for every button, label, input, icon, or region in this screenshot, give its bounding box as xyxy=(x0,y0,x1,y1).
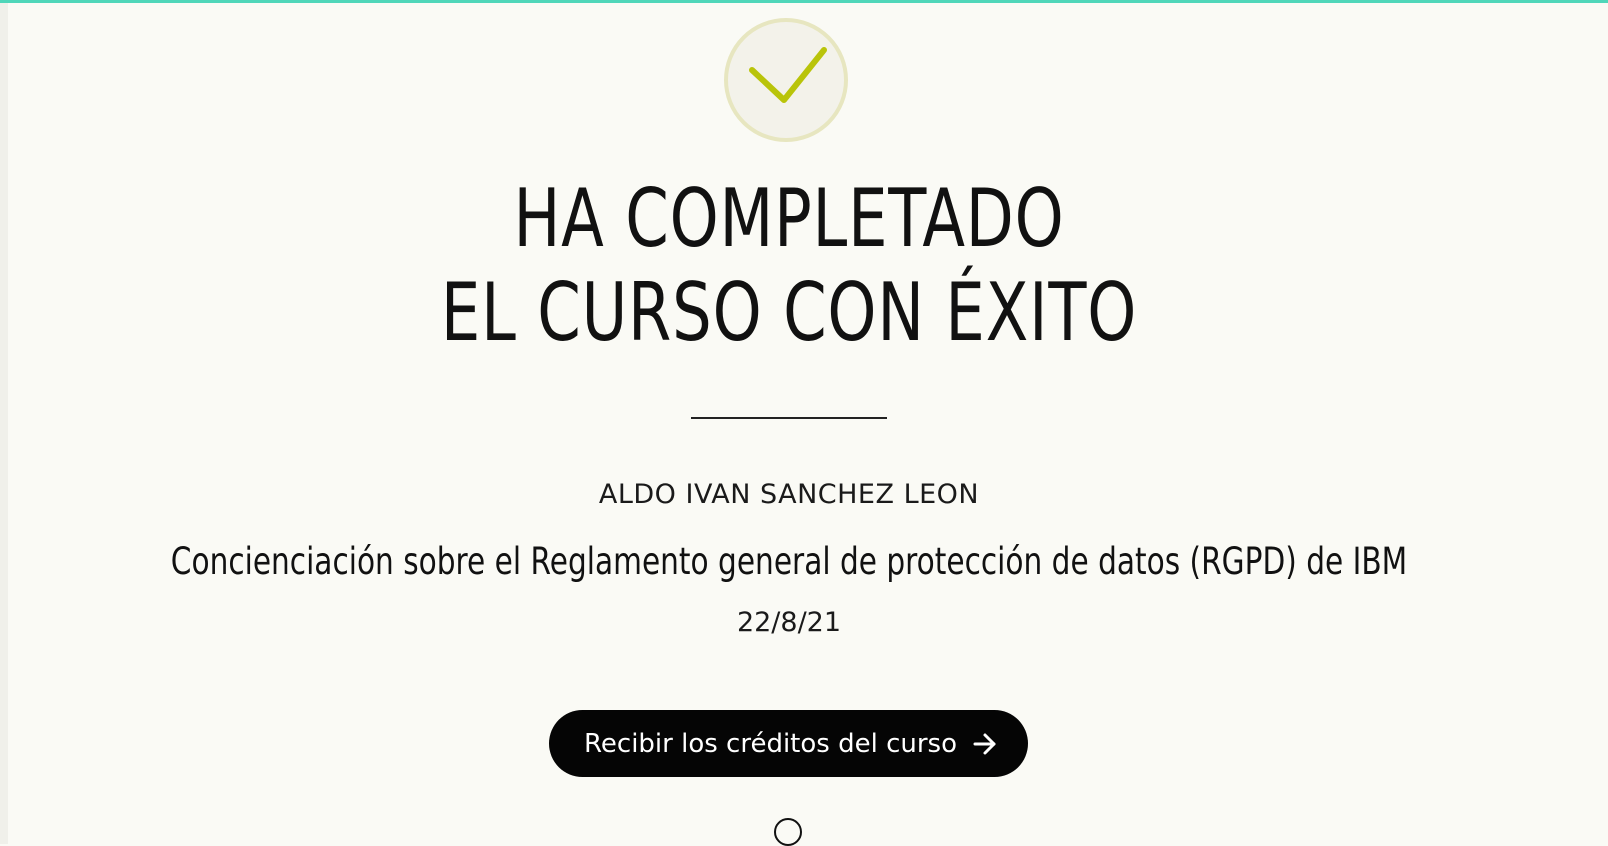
arrow-right-icon xyxy=(973,733,996,754)
divider xyxy=(691,417,887,419)
completion-headline: HA COMPLETADO EL CURSO CON ÉXITO xyxy=(174,172,1405,360)
headline-line-1: HA COMPLETADO xyxy=(513,172,1065,265)
top-accent-bar xyxy=(0,0,1608,3)
completion-date: 22/8/21 xyxy=(736,607,842,638)
receive-credits-button[interactable]: Recibir los créditos del curso xyxy=(549,710,1028,777)
course-title: Concienciación sobre el Reglamento gener… xyxy=(170,540,1408,583)
checkmark-icon xyxy=(749,47,827,103)
left-edge xyxy=(0,3,8,844)
headline-line-2: EL CURSO CON ÉXITO xyxy=(440,266,1138,359)
scroll-down-indicator[interactable] xyxy=(774,818,802,846)
student-name: ALDO IVAN SANCHEZ LEON xyxy=(598,479,980,510)
success-badge xyxy=(724,18,848,142)
receive-credits-label: Recibir los créditos del curso xyxy=(584,728,957,759)
